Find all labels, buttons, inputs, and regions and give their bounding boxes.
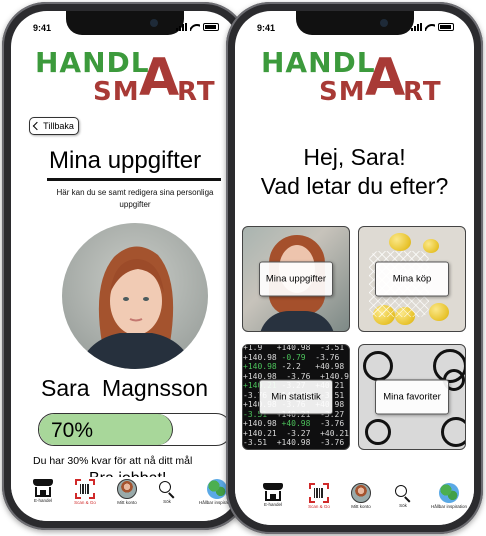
- app-logo: HANDL SM A RT: [35, 49, 235, 109]
- logo-word-handl: HANDL: [261, 46, 376, 79]
- wifi-icon: [425, 23, 435, 31]
- search-icon: [394, 484, 412, 503]
- tile-mina-uppgifter[interactable]: Mina uppgifter: [242, 226, 350, 332]
- tile-mina-kop[interactable]: Mina köp: [358, 226, 466, 332]
- greeting-line-1: Hej, Sara!: [303, 144, 406, 170]
- nav-item-mitt-konto[interactable]: Mitt konto: [107, 479, 147, 505]
- greeting: Hej, Sara! Vad letar du efter?: [235, 143, 474, 201]
- battery-icon: [438, 23, 454, 31]
- right-phone: 9:41 HANDL SM A RT Hej, Sara! Vad letar …: [226, 2, 483, 534]
- account-avatar-icon: [351, 483, 371, 503]
- nav-item-e-handel[interactable]: E-handel: [253, 483, 293, 507]
- search-icon: [158, 480, 176, 499]
- nav-label: E-handel: [33, 498, 52, 503]
- status-time: 9:41: [257, 23, 276, 33]
- nav-label: Mitt konto: [117, 500, 137, 505]
- user-name: Sara Magnsson: [41, 375, 209, 401]
- bottom-nav: E-handel Scan & Go Mitt konto Sök Hållba…: [235, 481, 474, 525]
- logo-word-sm: SM: [319, 77, 366, 107]
- logo-word-rt: RT: [177, 77, 216, 107]
- logo-word-sm: SM: [93, 77, 140, 107]
- nav-item-e-handel[interactable]: E-handel: [23, 479, 63, 503]
- signal-icon: [176, 23, 187, 31]
- progress-percentage: 70%: [51, 419, 94, 442]
- barcode-scan-icon: [75, 479, 95, 499]
- account-avatar-icon: [117, 479, 137, 499]
- page-subtitle: Här kan du se samt redigera sina personl…: [56, 188, 214, 209]
- back-button[interactable]: Tillbaka: [29, 117, 79, 135]
- nav-item-sok[interactable]: Sök: [147, 479, 187, 504]
- status-time: 9:41: [33, 23, 52, 33]
- bottom-nav: E-handel Scan & Go Mitt konto Sök Hållba…: [11, 477, 239, 521]
- nav-item-scan-go[interactable]: Scan & Go: [299, 483, 339, 509]
- left-phone-screen: 9:41 HANDL SM A RT Tillbaka Mina uppgift…: [11, 11, 239, 521]
- logo-big-letter: A: [365, 48, 406, 108]
- signal-icon: [411, 23, 422, 31]
- battery-icon: [203, 23, 219, 31]
- profile-photo-illustration: [78, 246, 194, 369]
- globe-icon: [207, 479, 227, 499]
- profile-photo[interactable]: [62, 223, 208, 369]
- nav-item-sok[interactable]: Sök: [383, 483, 423, 508]
- nav-item-hallbar-inspiration[interactable]: Hållbar inspiration: [429, 483, 469, 509]
- status-bar: 9:41: [33, 23, 219, 37]
- status-bar: 9:41: [257, 23, 454, 37]
- greeting-line-2: Vad letar du efter?: [260, 173, 449, 199]
- tile-mina-favoriter[interactable]: Mina favoriter: [358, 344, 466, 450]
- shop-icon: [33, 479, 53, 497]
- nav-label: E-handel: [263, 502, 282, 507]
- right-phone-screen: 9:41 HANDL SM A RT Hej, Sara! Vad letar …: [235, 11, 474, 525]
- progress-message: Du har 30% kvar för att nå ditt mål: [33, 455, 193, 467]
- left-phone: 9:41 HANDL SM A RT Tillbaka Mina uppgift…: [2, 2, 248, 530]
- nav-label: Sök: [399, 503, 407, 508]
- logo-word-rt: RT: [403, 77, 442, 107]
- tile-label: Mina favoriter: [375, 379, 449, 415]
- globe-icon: [439, 483, 459, 503]
- logo-word-handl: HANDL: [35, 46, 150, 79]
- nav-label: Scan & Go: [308, 504, 330, 509]
- tile-min-statistik[interactable]: +1.9 +140.98 -3.51 +140.98 -0.79 -3.76 +…: [242, 344, 350, 450]
- tile-label: Mina uppgifter: [259, 261, 333, 297]
- tile-label: Min statistik: [259, 379, 333, 415]
- nav-label: Hållbar inspiration: [430, 504, 468, 509]
- logo-big-letter: A: [139, 48, 180, 108]
- barcode-scan-icon: [309, 483, 329, 503]
- nav-label: Mitt konto: [351, 504, 371, 509]
- nav-item-scan-go[interactable]: Scan & Go: [65, 479, 105, 505]
- wifi-icon: [190, 23, 200, 31]
- page-title: Mina uppgifter: [49, 147, 202, 174]
- back-button-label: Tillbaka: [43, 121, 74, 131]
- nav-label: Sök: [163, 499, 171, 504]
- shop-icon: [263, 483, 283, 501]
- nav-item-mitt-konto[interactable]: Mitt konto: [341, 483, 381, 509]
- chevron-left-icon: [32, 121, 42, 131]
- nav-label: Scan & Go: [74, 500, 96, 505]
- tile-label: Mina köp: [375, 261, 449, 297]
- goal-progress-bar: 70%: [38, 413, 232, 446]
- title-underline: [47, 178, 221, 181]
- app-logo: HANDL SM A RT: [261, 49, 461, 109]
